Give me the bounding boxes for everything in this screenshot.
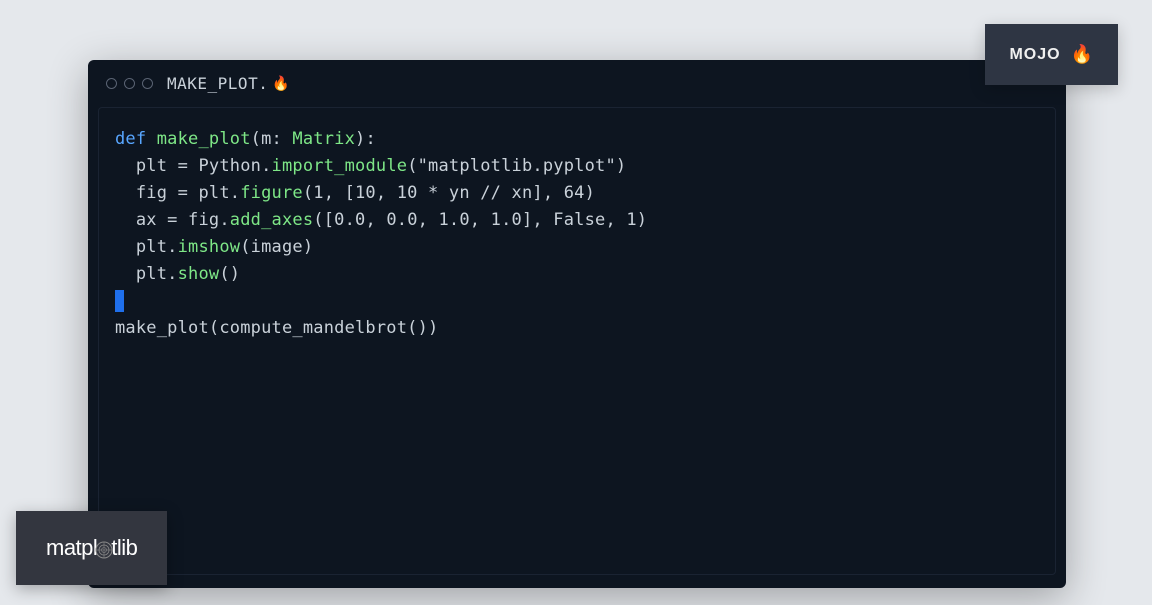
code-line-5: plt.imshow(image) [115,234,1039,261]
line2-indent: plt = Python. [115,156,272,176]
filename-text: MAKE_PLOT. [167,74,268,93]
function-name: make_plot [146,129,250,149]
method-add-axes: add_axes [230,210,313,230]
code-line-1: def make_plot(m: Matrix): [115,126,1039,153]
filename-label: MAKE_PLOT.🔥 [167,74,290,93]
matplotlib-text-post: tlib [111,535,137,561]
line6-indent: plt. [115,264,178,284]
params-open: (m: [251,129,293,149]
mojo-label: MOJO [1009,46,1060,64]
close-button[interactable] [106,78,117,89]
params-close: ): [355,129,376,149]
type-matrix: Matrix [292,129,355,149]
line2-args: ("matplotlib.pyplot") [407,156,626,176]
code-editor-window: MAKE_PLOT.🔥 def make_plot(m: Matrix): pl… [88,60,1066,588]
maximize-button[interactable] [142,78,153,89]
line4-indent: ax = fig. [115,210,230,230]
method-figure: figure [240,183,303,203]
code-line-3: fig = plt.figure(1, [10, 10 * yn // xn],… [115,180,1039,207]
line3-args: (1, [10, 10 * yn // xn], 64) [303,183,595,203]
fire-icon: 🔥 [272,76,290,92]
matplotlib-logo: matpl tlib [46,535,137,561]
line4-args: ([0.0, 0.0, 1.0, 1.0], False, 1) [313,210,647,230]
method-show: show [178,264,220,284]
line3-indent: fig = plt. [115,183,240,203]
method-imshow: imshow [178,237,241,257]
line6-args: () [219,264,240,284]
fire-icon: 🔥 [1071,44,1094,65]
keyword-def: def [115,129,146,149]
title-bar: MAKE_PLOT.🔥 [88,60,1066,107]
text-cursor [115,290,124,312]
minimize-button[interactable] [124,78,135,89]
mojo-badge: MOJO 🔥 [985,24,1118,85]
matplotlib-icon [95,539,113,557]
line5-indent: plt. [115,237,178,257]
matplotlib-text-pre: matpl [46,535,97,561]
method-import-module: import_module [272,156,408,176]
line5-args: (image) [240,237,313,257]
code-line-6: plt.show() [115,261,1039,288]
code-line-4: ax = fig.add_axes([0.0, 0.0, 1.0, 1.0], … [115,207,1039,234]
code-line-7-cursor [115,288,1039,315]
code-area[interactable]: def make_plot(m: Matrix): plt = Python.i… [98,107,1056,575]
window-controls [106,78,153,89]
code-line-8: make_plot(compute_mandelbrot()) [115,315,1039,342]
matplotlib-badge: matpl tlib [16,511,167,585]
code-line-2: plt = Python.import_module("matplotlib.p… [115,153,1039,180]
